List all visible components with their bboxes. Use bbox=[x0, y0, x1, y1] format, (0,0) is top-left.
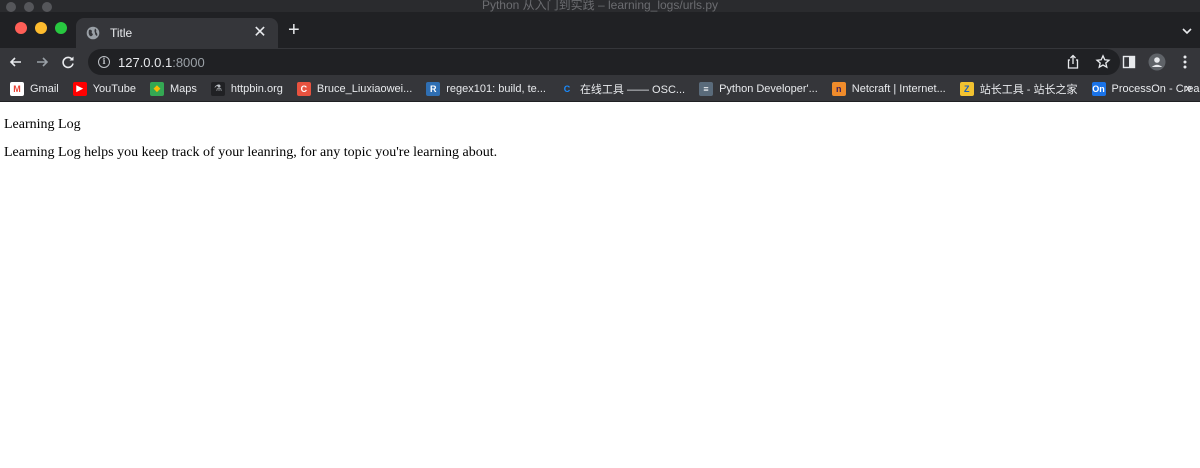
toolbar-actions bbox=[1120, 52, 1194, 72]
page-description: Learning Log helps you keep track of you… bbox=[4, 145, 498, 160]
bookmark-item[interactable]: ≡ Python Developer'... bbox=[697, 78, 824, 100]
tab-title: Title bbox=[110, 26, 133, 40]
httpbin-icon: ⚗ bbox=[210, 81, 225, 96]
bookmark-item[interactable]: ◆ Maps bbox=[148, 78, 203, 100]
bookmark-label: YouTube bbox=[92, 82, 136, 95]
bookmark-item[interactable]: M Gmail bbox=[8, 78, 65, 100]
page-heading: Learning Log bbox=[4, 117, 81, 132]
chinaz-icon: Z bbox=[959, 81, 974, 96]
bookmark-item[interactable]: ▶ YouTube bbox=[71, 78, 142, 100]
url-port: :8000 bbox=[172, 54, 205, 70]
bookmark-label: Maps bbox=[169, 82, 197, 95]
maps-icon: ◆ bbox=[149, 81, 164, 96]
back-arrow-icon[interactable] bbox=[6, 52, 26, 72]
window-title-bar: Python 从入门到实践 – learning_logs/urls.py bbox=[0, 0, 1200, 12]
globe-icon bbox=[86, 26, 100, 40]
bookmark-item[interactable]: n Netcraft | Internet... bbox=[830, 78, 952, 100]
address-bar-actions bbox=[1064, 53, 1112, 71]
bookmark-label: httpbin.org bbox=[230, 82, 283, 95]
more-menu-icon[interactable] bbox=[1176, 52, 1194, 72]
bookmark-label: regex101: build, te... bbox=[446, 82, 546, 95]
page-content: Learning Log Learning Log helps you keep… bbox=[0, 103, 1200, 468]
regex101-icon: R bbox=[426, 81, 441, 96]
minimize-window-button[interactable] bbox=[35, 22, 47, 34]
csdn-icon: C bbox=[296, 81, 311, 96]
reload-icon[interactable] bbox=[58, 52, 78, 72]
tab-strip: Title ✕ + bbox=[0, 12, 1200, 48]
oschina-icon: C bbox=[559, 81, 574, 96]
site-info-icon[interactable]: i bbox=[98, 56, 110, 68]
maximize-window-button[interactable] bbox=[55, 22, 67, 34]
bookmarks-bar: M Gmail ▶ YouTube ◆ Maps ⚗ httpbin.org C Bruce_Li… bbox=[0, 76, 1200, 102]
bookmark-item[interactable]: On ProcessOn - Crea... bbox=[1090, 78, 1200, 100]
bookmark-label: 站长工具 - 站长之家 bbox=[979, 83, 1078, 96]
gmail-icon: M bbox=[10, 81, 24, 96]
bookmark-label: Netcraft | Internet... bbox=[851, 82, 946, 95]
bookmark-item[interactable]: C Bruce_Liuxiaowei... bbox=[295, 78, 418, 100]
bookmark-item[interactable]: C 在线工具 —— OSC... bbox=[558, 78, 691, 100]
tab-search-chevron-down-icon[interactable] bbox=[1180, 24, 1194, 38]
youtube-icon: ▶ bbox=[72, 81, 87, 96]
bookmark-star-icon[interactable] bbox=[1094, 53, 1112, 71]
bookmark-item[interactable]: Rregex101: build, te... bbox=[424, 78, 552, 100]
bookmark-label: Gmail bbox=[30, 82, 59, 95]
processon-icon: On bbox=[1091, 81, 1106, 96]
close-window-button[interactable] bbox=[15, 22, 27, 34]
bookmark-label: Bruce_Liuxiaowei... bbox=[316, 82, 413, 95]
address-bar[interactable]: i 127.0.0.1:8000 bbox=[88, 49, 1120, 75]
close-tab-icon[interactable]: ✕ bbox=[252, 25, 268, 41]
url-host: 127.0.0.1 bbox=[118, 54, 173, 70]
forward-arrow-icon[interactable] bbox=[32, 52, 52, 72]
new-tab-button[interactable]: + bbox=[288, 20, 300, 40]
bookmarks-overflow-icon[interactable]: » bbox=[1185, 80, 1192, 95]
window-title: Python 从入门到实践 – learning_logs/urls.py bbox=[481, 0, 719, 12]
bookmark-item[interactable]: ⚗ httpbin.org bbox=[209, 78, 289, 100]
share-icon[interactable] bbox=[1064, 53, 1082, 71]
bookmark-item[interactable]: Z 站长工具 - 站长之家 bbox=[958, 78, 1084, 100]
browser-toolbar: i 127.0.0.1:8000 bbox=[0, 48, 1200, 76]
python-docs-icon: ≡ bbox=[699, 81, 714, 96]
tab-active[interactable]: Title ✕ bbox=[76, 18, 278, 48]
side-panel-icon[interactable] bbox=[1120, 52, 1138, 72]
profile-avatar-icon[interactable] bbox=[1148, 52, 1166, 72]
netcraft-icon: n bbox=[831, 81, 846, 96]
bookmark-label: Python Developer'... bbox=[719, 82, 818, 95]
window-controls bbox=[15, 22, 67, 34]
bookmark-label: 在线工具 —— OSC... bbox=[579, 83, 686, 96]
